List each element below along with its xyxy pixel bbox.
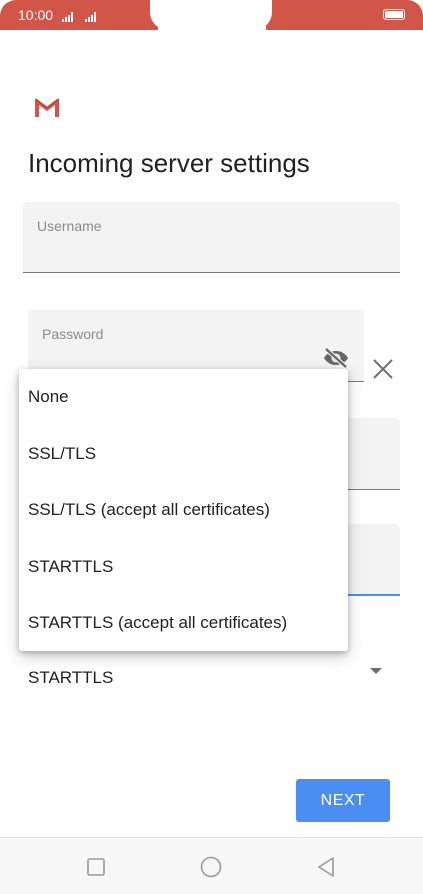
signal-icon [62,12,73,22]
signal-icon [85,12,96,22]
server-field[interactable] [340,418,400,490]
navigation-bar [0,837,423,894]
option-starttls[interactable]: STARTTLS [19,539,348,596]
security-type-select[interactable]: STARTTLS [28,668,113,688]
recents-icon[interactable] [84,855,108,879]
battery-icon [383,9,405,20]
next-button[interactable]: NEXT [296,779,390,822]
username-label: Username [37,218,102,234]
back-icon[interactable] [314,855,338,879]
camera-notch [150,0,272,30]
home-icon[interactable] [199,855,223,879]
visibility-off-icon[interactable] [322,346,350,370]
security-type-dropdown: None SSL/TLS SSL/TLS (accept all certifi… [19,369,348,651]
close-icon[interactable] [371,357,395,381]
option-starttls-accept-all[interactable]: STARTTLS (accept all certificates) [19,595,348,652]
dropdown-arrow-icon[interactable] [369,666,383,676]
status-time: 10:00 [18,7,54,23]
gmail-icon [34,98,60,117]
option-ssl-tls-accept-all[interactable]: SSL/TLS (accept all certificates) [19,482,348,539]
port-field[interactable] [340,524,400,596]
status-bar: 10:00 [0,0,423,42]
option-none[interactable]: None [19,369,348,426]
page-title: Incoming server settings [28,148,310,178]
option-ssl-tls[interactable]: SSL/TLS [19,426,348,483]
username-field[interactable]: Username [23,202,400,273]
password-label: Password [42,326,104,342]
